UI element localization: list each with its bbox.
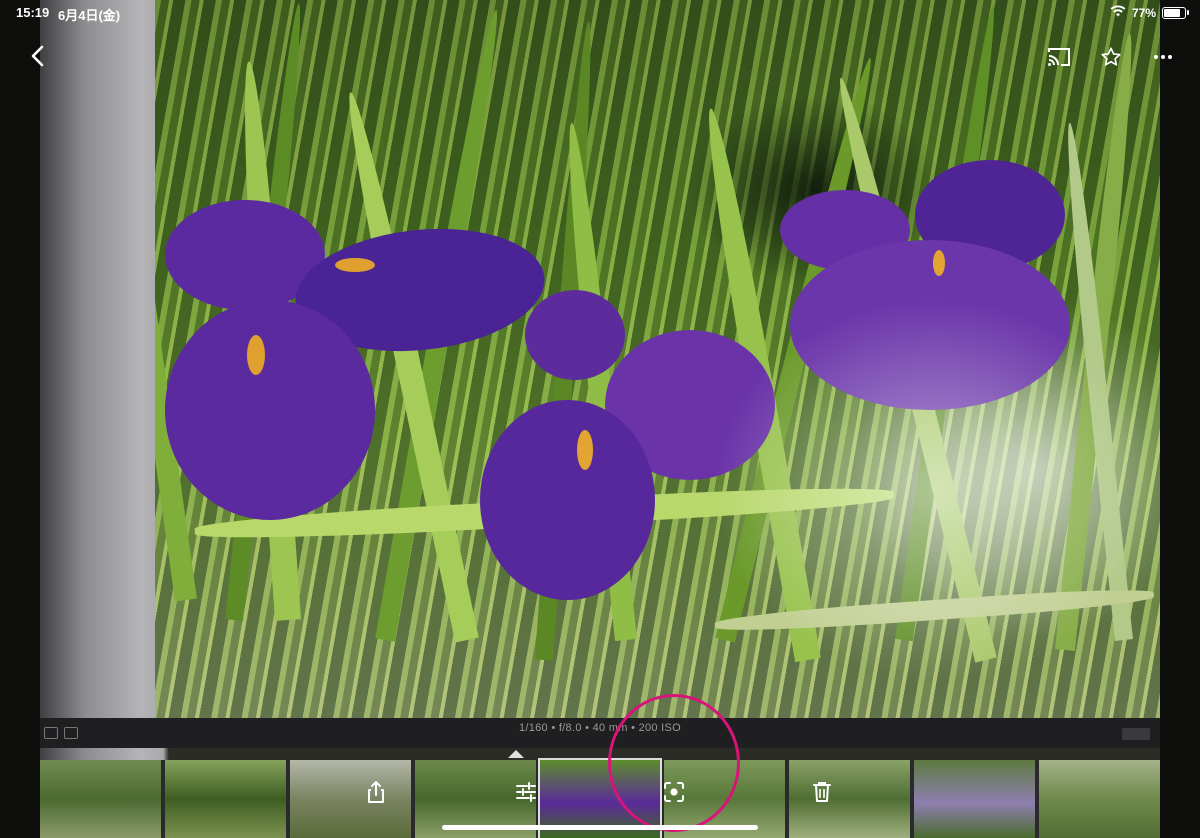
back-button[interactable] xyxy=(26,42,50,70)
battery-percent: 77% xyxy=(1131,5,1156,20)
filmstrip-pointer xyxy=(508,750,524,758)
more-horizontal-icon xyxy=(1154,55,1172,59)
battery-icon xyxy=(1162,6,1189,19)
favorite-button[interactable] xyxy=(1098,44,1124,70)
filmstrip-thumb xyxy=(164,760,286,838)
status-date: 6月4日(金) xyxy=(58,8,121,23)
trash-icon xyxy=(813,782,831,802)
annotation-circle xyxy=(608,694,740,832)
exif-info: 1/160 • f/8.0 • 40 mm • 200 ISO xyxy=(518,722,682,734)
delete-button[interactable] xyxy=(808,778,836,806)
cast-icon xyxy=(1048,48,1070,66)
cast-button[interactable] xyxy=(1046,44,1072,70)
sliders-icon xyxy=(516,782,536,802)
share-icon xyxy=(368,781,384,803)
wifi-icon xyxy=(1110,5,1126,20)
top-actions xyxy=(1046,44,1176,70)
iris-flower-photo xyxy=(155,0,1160,718)
filmstrip-thumb xyxy=(914,760,1036,838)
home-indicator[interactable] xyxy=(442,825,758,830)
star-icon xyxy=(1101,47,1121,66)
more-options-button[interactable] xyxy=(1150,44,1176,70)
chevron-left-icon xyxy=(31,45,44,67)
filmstrip-thumb xyxy=(40,760,161,838)
share-button[interactable] xyxy=(362,778,390,806)
filmstrip-thumb xyxy=(1039,760,1161,838)
status-indicators: 77% xyxy=(1110,5,1189,20)
filmstrip-thumb xyxy=(289,760,411,838)
status-time: 15:19 xyxy=(16,5,50,20)
lightroom-panel-button xyxy=(1122,728,1150,740)
edit-button[interactable] xyxy=(512,778,540,806)
photo-viewer[interactable]: 1/160 • f/8.0 • 40 mm • 200 ISO xyxy=(0,0,1200,838)
